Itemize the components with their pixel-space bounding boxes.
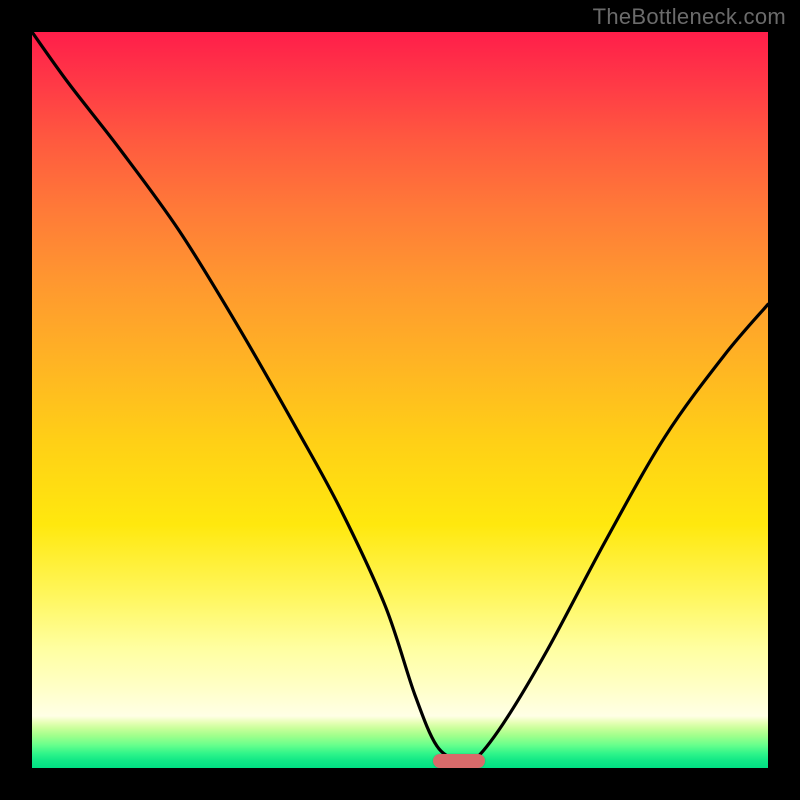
plot-area xyxy=(32,32,768,768)
bottleneck-curve xyxy=(32,32,768,768)
curve-path xyxy=(32,32,768,764)
attribution-text: TheBottleneck.com xyxy=(593,4,786,30)
chart-frame: TheBottleneck.com xyxy=(0,0,800,800)
optimum-marker xyxy=(433,754,485,768)
